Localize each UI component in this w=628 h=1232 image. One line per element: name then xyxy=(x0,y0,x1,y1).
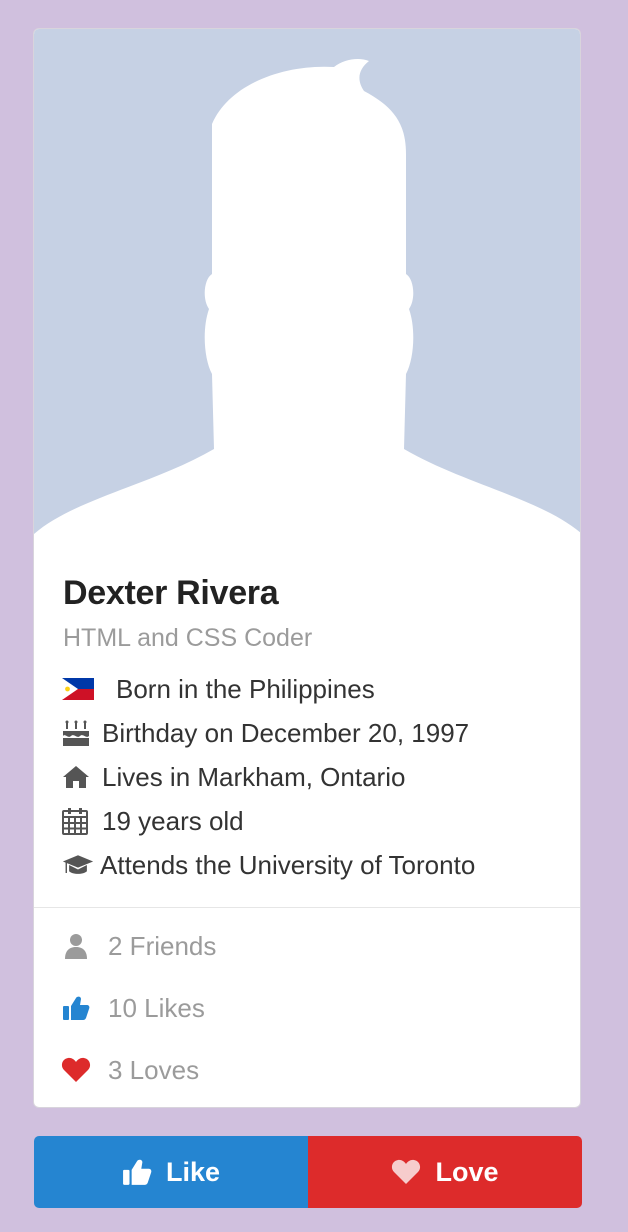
stat-text: 2 Friends xyxy=(108,930,217,961)
profile-role: HTML and CSS Coder xyxy=(63,624,313,652)
graduation-cap-icon xyxy=(62,851,94,879)
user-icon xyxy=(60,931,92,961)
detail-text: Born in the Philippines xyxy=(116,673,375,704)
detail-text: Birthday on December 20, 1997 xyxy=(102,717,470,748)
stat-friends[interactable]: 2 Friends xyxy=(60,915,560,977)
detail-text: Attends the University of Toronto xyxy=(100,849,476,880)
divider xyxy=(34,907,580,908)
stat-text: 3 Loves xyxy=(108,1054,200,1085)
stat-text: 10 Likes xyxy=(108,992,205,1023)
thumbs-up-icon xyxy=(60,993,92,1023)
detail-birthplace: Born in the Philippines xyxy=(62,667,562,711)
calendar-icon xyxy=(62,807,94,835)
birthday-cake-icon xyxy=(62,719,94,747)
like-button[interactable]: Like xyxy=(34,1136,308,1208)
like-button-label: Like xyxy=(165,1156,221,1187)
profile-name: Dexter Rivera xyxy=(63,574,279,612)
default-avatar-silhouette-icon xyxy=(34,59,580,551)
detail-residence: Lives in Markham, Ontario xyxy=(62,755,562,799)
profile-details: Born in the Philippines Birthday on Dece… xyxy=(62,667,562,887)
heart-icon xyxy=(60,1055,92,1085)
stat-loves[interactable]: 3 Loves xyxy=(60,1039,560,1101)
home-icon xyxy=(62,763,94,791)
detail-text: 19 years old xyxy=(102,805,244,836)
detail-school: Attends the University of Toronto xyxy=(62,843,562,887)
profile-stats: 2 Friends 10 Likes 3 Loves xyxy=(60,915,560,1101)
profile-avatar xyxy=(34,29,580,551)
love-button[interactable]: Love xyxy=(308,1136,582,1208)
profile-card: Dexter Rivera HTML and CSS Coder Born in… xyxy=(33,28,581,1108)
philippines-flag-icon xyxy=(62,675,94,703)
detail-birthday: Birthday on December 20, 1997 xyxy=(62,711,562,755)
thumbs-up-icon xyxy=(122,1158,152,1186)
action-buttons: Like Love xyxy=(34,1136,582,1208)
detail-age: 19 years old xyxy=(62,799,562,843)
love-button-label: Love xyxy=(435,1156,499,1187)
heart-icon xyxy=(391,1159,421,1185)
stat-likes[interactable]: 10 Likes xyxy=(60,977,560,1039)
detail-text: Lives in Markham, Ontario xyxy=(102,761,406,792)
